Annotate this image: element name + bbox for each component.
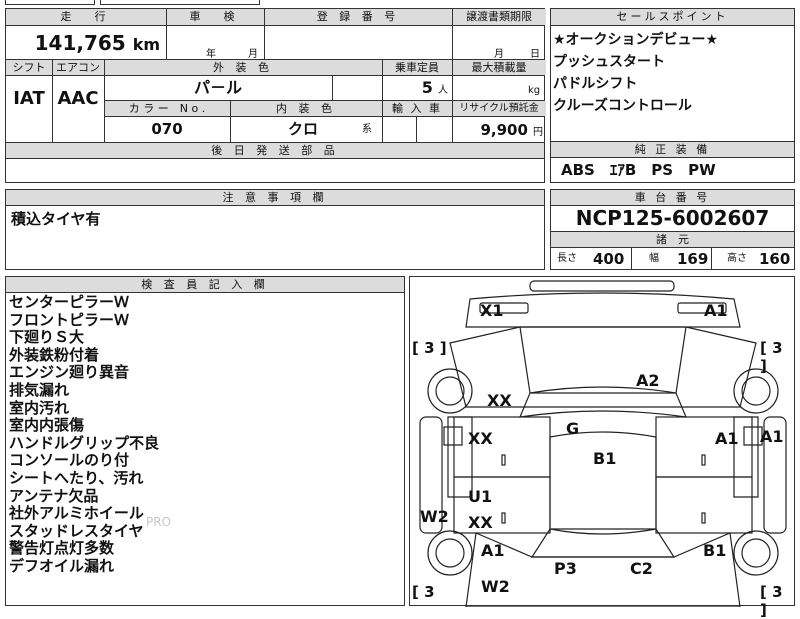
damage-mark: XX	[468, 513, 493, 532]
color-no-label: カ ラ ー N o .	[104, 101, 230, 116]
dimensions-row: 長さ 400 幅 169 高さ 160	[557, 248, 791, 270]
inspector-item: センターピラーＷ	[9, 293, 130, 311]
damage-mark: C2	[630, 559, 653, 578]
shift-value: IAT	[13, 88, 45, 109]
inspector-item: 社外アルミホイール	[9, 504, 144, 523]
tire-rear-left: [ 3	[412, 583, 435, 601]
damage-mark: A1	[704, 301, 728, 320]
damage-mark: A2	[636, 371, 660, 390]
inspector-item: 室内内張傷	[9, 416, 85, 435]
inspection-month: 月	[248, 49, 258, 60]
inspector-item: 排気漏れ	[9, 380, 70, 399]
color-no-value: 070	[151, 120, 183, 138]
inspector-item: エンジン廻り異音	[9, 363, 130, 382]
top-stub	[5, 0, 95, 5]
vehicle-info-table: 走 行 車 検 登 録 番 号 譲渡書類期限 141,765 km 年 月 月 …	[5, 8, 546, 183]
inspector-item: シートへたり、汚れ	[9, 468, 144, 487]
inspector-box: 検 査 員 記 入 欄 センターピラーＷ フロントピラーＷ 下廻りＳ大 外装鉄粉…	[5, 276, 405, 606]
inspector-item: コンソールのり付	[9, 451, 130, 470]
inspector-item: 外装鉄粉付着	[9, 345, 100, 364]
car-diagram: [ 3 ] [ 3 ] [ 3 [ 3 ] X1 A1 A2 XX G XX B…	[409, 276, 795, 619]
inspection-year: 年	[206, 49, 216, 60]
shift-label: シフト	[6, 60, 52, 75]
later-parts-label: 後 日 発 送 部 品	[6, 143, 544, 158]
inspector-item: フロントピラーＷ	[9, 310, 130, 329]
registration-label: 登 録 番 号	[264, 9, 452, 25]
mileage-value: 141,765 km	[34, 31, 160, 55]
tire-rear-right: [ 3 ]	[760, 583, 783, 619]
mileage-label: 走 行	[6, 9, 166, 25]
damage-mark: G	[566, 419, 580, 438]
damage-mark: W2	[481, 577, 510, 596]
tire-front-right: [ 3 ]	[760, 339, 783, 375]
genuine-equipment-value: ABS ｴｱB PS PW	[561, 161, 716, 179]
inspection-label: 車 検	[166, 9, 264, 25]
aircon-label: エアコン	[52, 60, 104, 75]
damage-mark: X1	[480, 301, 504, 320]
inspector-item: 室内汚れ	[9, 398, 70, 417]
import-label: 輸 入 車	[382, 101, 452, 116]
genuine-equipment-label: 純 正 装 備	[551, 142, 794, 157]
aircon-value: AAC	[57, 88, 99, 109]
inspector-label: 検 査 員 記 入 欄	[6, 277, 404, 292]
max-load-unit: kg	[528, 85, 541, 96]
tire-front-left: [ 3 ]	[412, 339, 447, 357]
inspector-list: センターピラーＷ フロントピラーＷ 下廻りＳ大 外装鉄粉付着 エンジン廻り異音 …	[9, 293, 160, 576]
recycle-value: 9,900 円	[480, 121, 543, 139]
damage-mark: W2	[420, 507, 449, 526]
damage-mark: XX	[487, 391, 512, 410]
max-load-label: 最大積載量	[452, 60, 546, 75]
sales-point-label: セールスポイント	[551, 9, 794, 25]
transfer-day: 日	[530, 49, 540, 60]
damage-mark: XX	[468, 429, 493, 448]
dimensions-label: 諸 元	[551, 232, 794, 247]
transfer-month: 月	[494, 49, 504, 60]
damage-mark: A1	[481, 541, 505, 560]
capacity-value: 5 人	[421, 78, 448, 97]
interior-color-label: 内 装 色	[230, 101, 382, 116]
sales-point-list: ★オークションデビュー★ プッシュスタート パドルシフト クルーズコントロール	[553, 29, 793, 117]
notes-value: 積込タイヤ有	[11, 210, 101, 228]
notes-box: 注 意 事 項 欄 積込タイヤ有	[5, 189, 545, 270]
notes-label: 注 意 事 項 欄	[6, 190, 544, 205]
sales-point-item: プッシュスタート	[553, 54, 665, 70]
damage-mark: B1	[703, 541, 727, 560]
exterior-color-value: パ－ル	[193, 78, 242, 97]
damage-mark: U1	[468, 487, 493, 506]
damage-mark: B1	[593, 449, 617, 468]
inspector-item: ハンドルグリップ不良	[9, 433, 160, 452]
inspector-item: 警告灯点灯多数	[9, 539, 115, 558]
chassis-label: 車 台 番 号	[551, 190, 794, 205]
chassis-value: NCP125-6002607	[575, 206, 770, 230]
top-stub-2	[100, 0, 260, 5]
exterior-color-label: 外 装 色	[104, 60, 382, 75]
inspector-item: 下廻りＳ大	[9, 328, 85, 347]
sales-point-item: クルーズコントロール	[553, 98, 692, 114]
damage-mark: P3	[554, 559, 577, 578]
watermark: PRO	[146, 515, 172, 529]
damage-mark: A1	[760, 427, 784, 446]
interior-color-value: クロ 系	[288, 120, 372, 138]
capacity-label: 乗車定員	[382, 60, 452, 75]
inspector-item: アンテナ欠品	[9, 486, 99, 505]
sales-point-item: パドルシフト	[553, 76, 638, 92]
sales-point-item: ★オークションデビュー★	[553, 32, 719, 48]
recycle-label: リサイクル預託金	[452, 101, 546, 116]
inspector-item: スタッドレスタイヤ	[9, 521, 144, 540]
inspector-item: デフオイル漏れ	[9, 556, 115, 575]
damage-mark: A1	[715, 429, 739, 448]
sales-point-box: セールスポイント ★オークションデビュー★ プッシュスタート パドルシフト クル…	[550, 8, 795, 183]
transfer-label: 譲渡書類期限	[452, 9, 546, 25]
chassis-box: 車 台 番 号 NCP125-6002607 諸 元 長さ 400 幅 169 …	[550, 189, 795, 270]
